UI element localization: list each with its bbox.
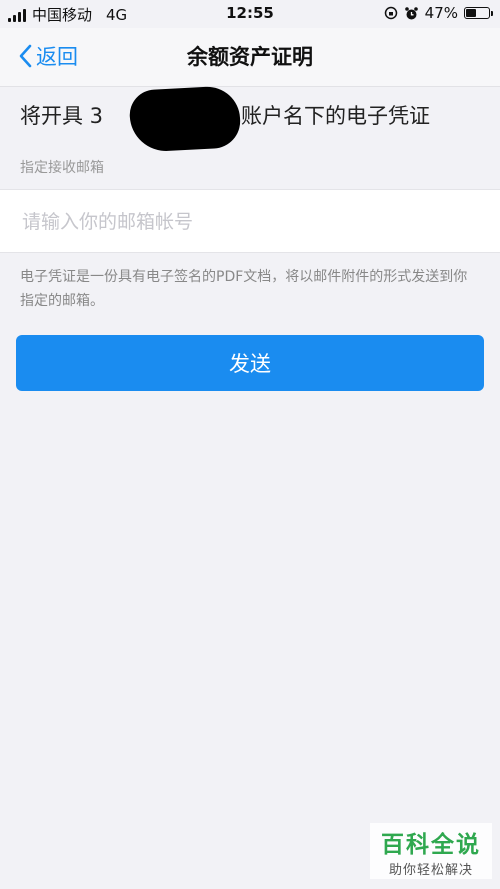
certificate-description: 将开具 3 n 账户名下的电子凭证: [20, 100, 490, 130]
status-right: 47%: [384, 4, 493, 22]
hint-text: 电子凭证是一份具有电子签名的PDF文档，将以邮件附件的形式发送到你指定的邮箱。: [20, 269, 468, 309]
watermark-title: 百科全说: [381, 832, 481, 858]
watermark-subtitle: 助你轻松解决: [388, 863, 473, 878]
page-title: 余额资产证明: [187, 45, 313, 69]
alarm-icon: [404, 6, 418, 19]
status-bar: 中国移动 4G 12:55 47%: [0, 0, 500, 28]
watermark-logo: 百科全说 助你轻松解决: [370, 823, 492, 879]
email-section-label: 指定接收邮箱: [20, 160, 104, 176]
battery-level: [466, 9, 476, 17]
certificate-prefix: 将开具 3: [20, 104, 104, 128]
send-button[interactable]: 发送: [16, 335, 484, 391]
email-input-row: [0, 189, 500, 254]
email-input[interactable]: [20, 190, 484, 254]
battery-percent: 47%: [424, 4, 458, 22]
certificate-suffix: n 账户名下的电子凭证: [221, 104, 431, 128]
redaction-mark: [128, 85, 242, 153]
navigation-bar: 返回 余额资产证明: [0, 28, 500, 87]
battery-icon: [464, 7, 493, 19]
rotation-lock-icon: [384, 6, 397, 20]
